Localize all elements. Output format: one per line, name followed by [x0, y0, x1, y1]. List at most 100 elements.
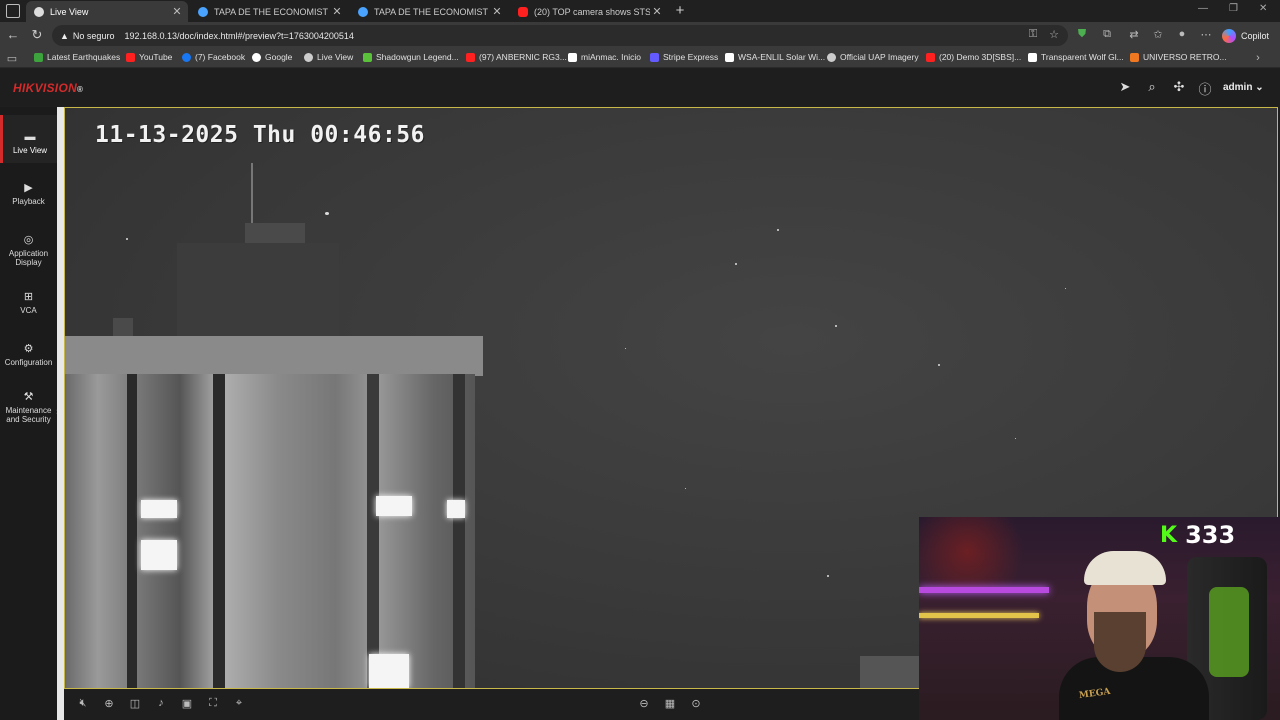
bookmark-item[interactable]: (7) Facebook [182, 52, 245, 62]
region-focus-icon[interactable]: ⌖ [232, 697, 246, 710]
tab-title: TAPA DE THE ECONOMIST 2026 [214, 6, 330, 17]
lit-window [376, 496, 412, 516]
sidebar-item-label: VCA [20, 306, 37, 315]
bookmark-item[interactable]: Transparent Wolf Gl... [1028, 52, 1124, 62]
bookmark-item[interactable]: Official UAP Imagery [827, 52, 919, 62]
url-text: 192.168.0.13/doc/index.html#/preview?t=1… [124, 30, 354, 41]
logo-text: HIKVISION [13, 81, 78, 95]
split-screen-icon[interactable]: ⇄ [1127, 28, 1141, 41]
user-menu[interactable]: admin ⌄ [1223, 82, 1264, 93]
puzzle-icon[interactable]: ✣ [1171, 79, 1187, 95]
bookmark-favicon-icon [568, 52, 577, 62]
extensions-icon[interactable]: ⧉ [1100, 28, 1114, 41]
close-tab-icon[interactable]: ✕ [650, 5, 664, 18]
bookmark-item[interactable]: (97) ANBERNIC RG3... [466, 52, 567, 62]
close-tab-icon[interactable]: ✕ [330, 5, 344, 18]
streamer-webcam-overlay: MEGA K 333 [919, 517, 1280, 720]
restore-icon[interactable]: ❐ [1229, 3, 1238, 14]
sidebar-item-application-display[interactable]: ◎ Application Display [0, 229, 57, 273]
more-menu-icon[interactable]: ⋯ [1199, 28, 1213, 41]
search-icon[interactable]: ⌕ [1144, 79, 1160, 95]
tab-youtube-video[interactable]: (20) TOP camera shows STS-75 U ✕ [510, 1, 668, 22]
info-icon[interactable]: ⓘ [1197, 79, 1213, 98]
sidebar-item-configuration[interactable]: ⚙ Configuration [0, 339, 57, 375]
bookmark-item[interactable]: Stripe Express [650, 52, 718, 62]
tab-actions-icon[interactable] [6, 4, 20, 18]
hikvision-header: HIKVISION® ➤ ⌕ ✣ ⓘ admin ⌄ [0, 69, 1280, 106]
zoom-icon[interactable]: ⊕ [102, 697, 116, 710]
security-indicator[interactable]: ▲ No seguro [52, 31, 114, 41]
close-tab-icon[interactable]: ✕ [170, 5, 184, 18]
bookmark-label: Google [265, 52, 293, 62]
bookmark-item[interactable]: miAnmac. Inicio [568, 52, 641, 62]
youtube-icon [126, 52, 135, 62]
bookmark-item[interactable]: WSA-ENLIL Solar Wi... [725, 52, 825, 62]
warning-icon: ▲ [60, 30, 69, 41]
sidebar-item-live-view[interactable]: ▬ Live View [0, 115, 57, 163]
bookmark-item[interactable]: YouTube [126, 52, 172, 62]
star [827, 575, 829, 577]
bookmark-label: Shadowgun Legend... [376, 52, 459, 62]
sidebar-divider [57, 107, 64, 720]
bookmark-label: (97) ANBERNIC RG3... [479, 52, 567, 62]
bookmark-label: Stripe Express [663, 52, 719, 62]
back-icon[interactable]: ← [5, 27, 21, 42]
tab-title: Live View [50, 6, 89, 17]
tab-economist-1[interactable]: TAPA DE THE ECONOMIST 2026 ✕ [190, 1, 348, 22]
minimize-icon[interactable]: — [1198, 3, 1208, 14]
copilot-button[interactable]: Copilot [1222, 26, 1269, 45]
key-icon[interactable]: ⚿ [1026, 28, 1040, 41]
record-icon[interactable]: ▣ [180, 697, 194, 710]
favorites-icon[interactable]: ✩ [1151, 28, 1165, 41]
bookmark-label: miAnmac. Inicio [581, 52, 641, 62]
sidebar-item-label: Configuration [4, 358, 53, 367]
close-tab-icon[interactable]: ✕ [490, 5, 504, 18]
bookmark-item[interactable]: Google [252, 52, 292, 62]
close-window-icon[interactable]: ✕ [1259, 3, 1267, 14]
profile-avatar-icon[interactable]: ● [1175, 28, 1189, 40]
new-tab-button[interactable]: + [672, 2, 688, 19]
distant-rooftop [860, 656, 920, 688]
youtube-icon [926, 52, 935, 62]
building [65, 108, 485, 688]
fullscreen-icon[interactable]: ⛶ [206, 697, 220, 710]
chevron-down-icon: ⌄ [1255, 82, 1264, 93]
next-icon[interactable]: ⊙ [689, 697, 703, 710]
sidebar-item-vca[interactable]: ⊞ VCA [0, 287, 57, 323]
bookmark-label: Latest Earthquakes [47, 52, 121, 62]
bookmark-item[interactable]: (20) Demo 3D[SBS]... [926, 52, 1021, 62]
tab-live-view[interactable]: Live View ✕ [26, 1, 188, 22]
sidebar-item-maintenance[interactable]: ⚒ Maintenance and Security [0, 387, 57, 431]
sidebar-item-label: Application Display [8, 249, 49, 267]
star [777, 229, 779, 231]
microphone-icon[interactable]: ♪ [154, 697, 168, 709]
layout-icon[interactable]: ▦ [663, 697, 677, 710]
star [1015, 438, 1016, 439]
url-field[interactable]: ▲ No seguro 192.168.0.13/doc/index.html#… [52, 25, 1068, 46]
favorite-star-icon[interactable]: ☆ [1047, 28, 1061, 41]
previous-icon[interactable]: ⊖ [637, 697, 651, 710]
bookmark-item[interactable]: UNIVERSO RETRO... [1130, 52, 1227, 62]
capture-icon[interactable]: ◫ [128, 697, 142, 710]
reading-list-icon[interactable]: ▭ [5, 52, 19, 65]
bookmark-item[interactable]: Live View [304, 52, 353, 62]
shield-extension-icon[interactable]: ⛊ [1075, 28, 1089, 41]
maintenance-icon: ⚒ [23, 391, 34, 403]
bookmark-favicon-icon [1130, 52, 1139, 62]
sidebar-item-playback[interactable]: ▶ Playback [0, 177, 57, 217]
bookmark-label: UNIVERSO RETRO... [1143, 52, 1227, 62]
bookmark-label: Transparent Wolf Gl... [1041, 52, 1124, 62]
star [685, 488, 686, 489]
audio-muted-icon[interactable]: 🔇︎ [76, 697, 90, 710]
bookmark-item[interactable]: Latest Earthquakes [34, 52, 120, 62]
tab-title: (20) TOP camera shows STS-75 U [534, 6, 650, 17]
facebook-icon [182, 52, 191, 62]
reload-icon[interactable]: ↻ [29, 27, 45, 43]
tab-favicon-icon [358, 6, 368, 17]
bookmark-item[interactable]: Shadowgun Legend... [363, 52, 459, 62]
send-icon[interactable]: ➤ [1117, 79, 1133, 95]
lit-window [447, 500, 465, 518]
tab-favicon-icon [198, 6, 208, 17]
chevron-right-icon[interactable]: › [1251, 52, 1265, 64]
tab-economist-2[interactable]: TAPA DE THE ECONOMIST 2026 ✕ [350, 1, 508, 22]
